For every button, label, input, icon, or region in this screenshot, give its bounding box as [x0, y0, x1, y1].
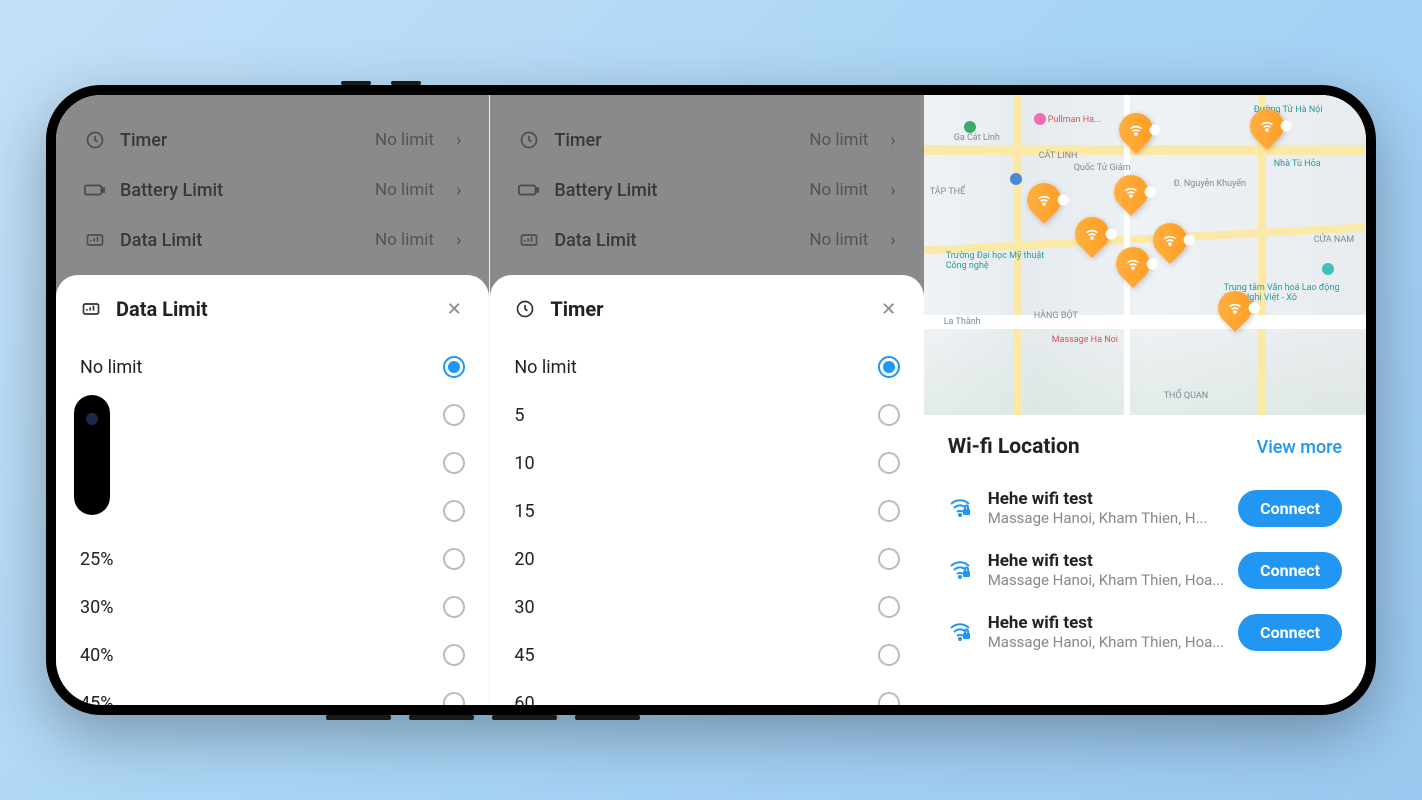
radio-button[interactable]: [878, 692, 900, 705]
option-label: 30: [514, 597, 861, 618]
map-label: Đ. Nguyễn Khuyến: [1174, 179, 1246, 189]
wifi-name: Hehe wifi test: [988, 551, 1224, 571]
option-label: 45: [514, 645, 861, 666]
option-label: 25%: [80, 549, 427, 570]
radio-button[interactable]: [878, 548, 900, 570]
wifi-name: Hehe wifi test: [988, 489, 1224, 509]
radio-button[interactable]: [443, 452, 465, 474]
phone-physical-buttons-top: [341, 81, 421, 85]
data-limit-option[interactable]: [80, 487, 465, 535]
timer-option[interactable]: 15: [514, 487, 899, 535]
phone-screen: Timer No limit › Battery Limit No limit …: [56, 95, 1366, 705]
radio-button[interactable]: [443, 692, 465, 705]
option-label: 45%: [80, 693, 427, 706]
map-label: HÀNG BỘT: [1034, 311, 1078, 321]
timer-option[interactable]: 10: [514, 439, 899, 487]
data-limit-option[interactable]: 45%: [80, 679, 465, 705]
timer-sheet: Timer ✕ No limit 5 10 15 20 30 45 60: [490, 275, 923, 705]
wifi-address: Massage Hanoi, Kham Thien, Hoa...: [988, 633, 1224, 651]
close-icon[interactable]: ✕: [443, 298, 465, 320]
radio-button[interactable]: [443, 644, 465, 666]
data-limit-option[interactable]: No limit: [80, 343, 465, 391]
wifi-list-item: Hehe wifi test Massage Hanoi, Kham Thien…: [948, 539, 1342, 601]
radio-button[interactable]: [878, 356, 900, 378]
wifi-signal-icon: [948, 619, 974, 645]
data-limit-option[interactable]: 30%: [80, 583, 465, 631]
map-label: La Thành: [944, 317, 981, 327]
option-label: 60: [514, 693, 861, 706]
connect-button[interactable]: Connect: [1238, 490, 1342, 527]
wifi-section: Wi-fi Location View more Hehe wifi test …: [924, 415, 1366, 683]
data-limit-option[interactable]: 25%: [80, 535, 465, 583]
data-limit-option[interactable]: [80, 439, 465, 487]
data-limit-option[interactable]: [80, 391, 465, 439]
phone-physical-buttons-bottom: [326, 715, 640, 720]
map-label: Trường Đại học Mỹ thuật Công nghệ: [946, 251, 1046, 271]
wifi-map[interactable]: CÁT LINH Quốc Tử Giám Pullman Ha... Ga C…: [924, 95, 1366, 415]
radio-button[interactable]: [443, 500, 465, 522]
option-label: No limit: [80, 357, 427, 378]
radio-button[interactable]: [878, 404, 900, 426]
panel-timer: Timer No limit › Battery Limit No limit …: [490, 95, 923, 705]
wifi-signal-icon: [948, 557, 974, 583]
radio-button[interactable]: [878, 452, 900, 474]
connect-button[interactable]: Connect: [1238, 614, 1342, 651]
panel-data-limit: Timer No limit › Battery Limit No limit …: [56, 95, 490, 705]
panel-wifi-map: CÁT LINH Quốc Tử Giám Pullman Ha... Ga C…: [924, 95, 1366, 705]
map-label: Nhà Tù Hỏa: [1274, 159, 1321, 169]
timer-option[interactable]: 30: [514, 583, 899, 631]
wifi-list-item: Hehe wifi test Massage Hanoi, Kham Thien…: [948, 601, 1342, 663]
wifi-signal-icon: [948, 495, 974, 521]
wifi-list-item: Hehe wifi test Massage Hanoi, Kham Thien…: [948, 477, 1342, 539]
close-icon[interactable]: ✕: [878, 298, 900, 320]
radio-button[interactable]: [443, 404, 465, 426]
radio-button[interactable]: [443, 356, 465, 378]
option-label: 40%: [80, 645, 427, 666]
radio-button[interactable]: [878, 596, 900, 618]
sheet-title: Data Limit: [116, 297, 429, 321]
data-icon: [80, 298, 102, 320]
option-label: No limit: [514, 357, 861, 378]
dynamic-island: [74, 395, 110, 515]
timer-option[interactable]: 5: [514, 391, 899, 439]
map-label: Massage Ha Noi: [1052, 335, 1118, 345]
map-label: Pullman Ha...: [1048, 115, 1101, 125]
timer-option[interactable]: No limit: [514, 343, 899, 391]
radio-button[interactable]: [878, 500, 900, 522]
wifi-section-title: Wi-fi Location: [948, 435, 1257, 459]
radio-button[interactable]: [443, 596, 465, 618]
map-label: Ga Cát Linh: [954, 133, 1000, 143]
data-limit-option[interactable]: 40%: [80, 631, 465, 679]
option-label: 10: [514, 453, 861, 474]
option-label: 20: [514, 549, 861, 570]
map-label: CỬA NAM: [1314, 235, 1354, 245]
option-label: 5: [514, 405, 861, 426]
phone-frame: Timer No limit › Battery Limit No limit …: [46, 85, 1376, 715]
option-label: 15: [514, 501, 861, 522]
clock-icon: [514, 298, 536, 320]
radio-button[interactable]: [443, 548, 465, 570]
sheet-title: Timer: [550, 297, 863, 321]
wifi-name: Hehe wifi test: [988, 613, 1224, 633]
wifi-address: Massage Hanoi, Kham Thien, Hoa...: [988, 571, 1224, 589]
map-label: TẬP THỂ: [930, 187, 966, 197]
timer-option[interactable]: 60: [514, 679, 899, 705]
map-label: CÁT LINH: [1039, 151, 1078, 161]
timer-option[interactable]: 20: [514, 535, 899, 583]
radio-button[interactable]: [878, 644, 900, 666]
view-more-link[interactable]: View more: [1257, 437, 1342, 458]
wifi-address: Massage Hanoi, Kham Thien, H...: [988, 509, 1224, 527]
timer-option[interactable]: 45: [514, 631, 899, 679]
data-limit-sheet: Data Limit ✕ No limit25%30%40%45%50%: [56, 275, 489, 705]
connect-button[interactable]: Connect: [1238, 552, 1342, 589]
map-label: THỔ QUAN: [1164, 391, 1208, 401]
map-label: Quốc Tử Giám: [1074, 163, 1131, 173]
option-label: 30%: [80, 597, 427, 618]
